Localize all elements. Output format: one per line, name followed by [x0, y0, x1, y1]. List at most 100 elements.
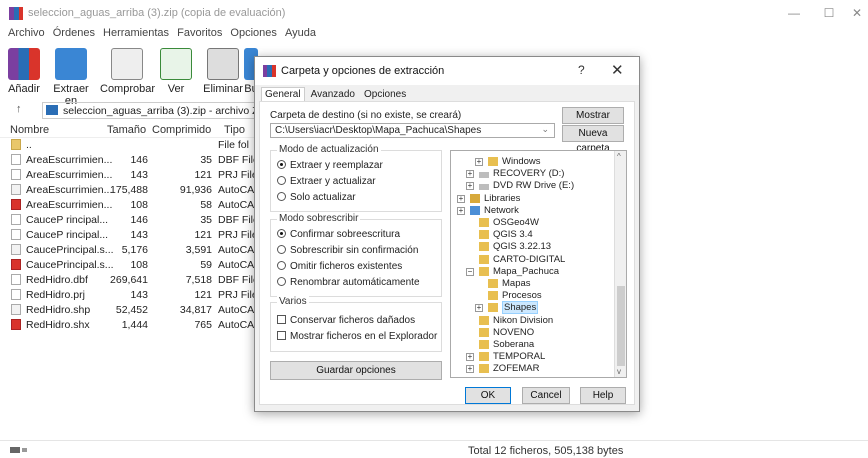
expand-icon[interactable]: +: [457, 194, 465, 203]
tree-item[interactable]: QGIS 3.22.13: [451, 241, 611, 254]
chevron-down-icon[interactable]: ⌄: [541, 124, 549, 135]
expand-icon[interactable]: +: [475, 158, 483, 166]
menu-ayuda[interactable]: Ayuda: [285, 27, 316, 39]
tree-item[interactable]: + Windows: [451, 156, 611, 169]
tree-item[interactable]: − Mapa_Pachuca: [451, 266, 611, 279]
tree-item[interactable]: + Shapes: [451, 301, 611, 315]
file-name: AreaEscurrimien...: [26, 154, 113, 166]
checkbox-icon[interactable]: [277, 315, 286, 324]
test-button[interactable]: Comprobar: [100, 46, 155, 95]
folder-icon: [479, 315, 489, 325]
check-conservar[interactable]: Conservar ficheros dañados: [277, 315, 415, 326]
menu-herramientas[interactable]: Herramientas: [103, 27, 169, 39]
destination-input[interactable]: C:\Users\iacr\Desktop\Mapa_Pachuca\Shape…: [270, 123, 555, 138]
file-row[interactable]: CauceP rincipal... 143 121 PRJ File: [0, 228, 268, 243]
view-button[interactable]: Ver: [158, 46, 194, 95]
help-icon[interactable]: ?: [578, 63, 585, 77]
radio-sobrescribir[interactable]: Sobrescribir sin confirmación: [277, 245, 418, 256]
radio-confirmar[interactable]: Confirmar sobreescritura: [277, 229, 400, 240]
menu-bar: Archivo Órdenes Herramientas Favoritos O…: [8, 27, 321, 43]
collapse-icon[interactable]: −: [466, 267, 474, 276]
radio-icon[interactable]: [277, 277, 286, 286]
radio-extraer-reemplazar[interactable]: Extraer y reemplazar: [277, 160, 383, 171]
radio-selected-icon[interactable]: [277, 229, 286, 238]
checkbox-icon[interactable]: [277, 331, 286, 340]
file-row[interactable]: AreaEscurrimien... 175,488 91,936 AutoCA: [0, 183, 268, 198]
add-button[interactable]: Añadir: [6, 46, 42, 95]
check-mostrar-explorador[interactable]: Mostrar ficheros en el Explorador: [277, 331, 437, 342]
close-icon[interactable]: ✕: [611, 61, 624, 79]
radio-icon[interactable]: [277, 176, 286, 185]
radio-icon[interactable]: [277, 245, 286, 254]
menu-favoritos[interactable]: Favoritos: [177, 27, 222, 39]
minimize-button[interactable]: —: [780, 4, 808, 22]
help-button[interactable]: Help: [580, 387, 626, 404]
maximize-button[interactable]: ☐: [815, 4, 843, 22]
scroll-down-icon[interactable]: v: [617, 367, 621, 376]
file-row[interactable]: RedHidro.shx 1,444 765 AutoCA: [0, 318, 268, 333]
expand-icon[interactable]: +: [466, 182, 474, 191]
ok-button[interactable]: OK: [465, 387, 511, 404]
file-row[interactable]: AreaEscurrimien... 108 58 AutoCA: [0, 198, 268, 213]
save-options-button[interactable]: Guardar opciones: [270, 361, 442, 380]
tree-item[interactable]: NOVENO: [451, 327, 611, 340]
column-type[interactable]: Tipo: [224, 124, 245, 136]
tree-item[interactable]: + Libraries: [451, 193, 611, 206]
radio-icon[interactable]: [277, 261, 286, 270]
up-arrow-icon[interactable]: ↑: [16, 103, 22, 115]
delete-button[interactable]: Eliminar: [200, 46, 246, 95]
file-row[interactable]: CaucePrincipal.s... 108 59 AutoCA: [0, 258, 268, 273]
tree-item[interactable]: + DVD RW Drive (E:): [451, 180, 611, 193]
tree-item[interactable]: + Network: [451, 205, 611, 218]
menu-archivo[interactable]: Archivo: [8, 27, 45, 39]
tree-item[interactable]: Soberana: [451, 339, 611, 352]
radio-solo-actualizar[interactable]: Solo actualizar: [277, 192, 356, 203]
menu-opciones[interactable]: Opciones: [230, 27, 276, 39]
expand-icon[interactable]: +: [466, 365, 474, 374]
radio-renombrar[interactable]: Renombrar automáticamente: [277, 277, 420, 288]
scroll-up-icon[interactable]: ^: [617, 152, 621, 161]
tree-item[interactable]: OSGeo4W: [451, 217, 611, 230]
file-row[interactable]: RedHidro.dbf 269,641 7,518 DBF File: [0, 273, 268, 288]
tree-item-label: Shapes: [502, 301, 539, 315]
show-button[interactable]: Mostrar: [562, 107, 624, 124]
file-row[interactable]: .. File fol: [0, 138, 268, 153]
cancel-button[interactable]: Cancel: [522, 387, 570, 404]
menu-ordenes[interactable]: Órdenes: [53, 27, 95, 39]
expand-icon[interactable]: +: [457, 206, 465, 215]
tree-item[interactable]: Nikon Division: [451, 315, 611, 328]
file-row[interactable]: AreaEscurrimien... 146 35 DBF File: [0, 153, 268, 168]
file-compressed: 58: [200, 199, 212, 211]
archive-path[interactable]: seleccion_aguas_arriba (3).zip - archivo…: [42, 102, 266, 119]
file-row[interactable]: RedHidro.prj 143 121 PRJ File: [0, 288, 268, 303]
new-folder-button[interactable]: Nueva carpeta: [562, 125, 624, 154]
close-window-button[interactable]: ✕: [846, 4, 868, 22]
expand-icon[interactable]: +: [466, 170, 474, 179]
tree-scrollbar[interactable]: ^ v: [614, 151, 626, 377]
file-row[interactable]: CaucePrincipal.s... 5,176 3,591 AutoCA: [0, 243, 268, 258]
column-name[interactable]: Nombre: [10, 124, 49, 136]
tree-item[interactable]: + TEMPORAL: [451, 351, 611, 364]
expand-icon[interactable]: +: [475, 304, 483, 313]
column-compressed[interactable]: Comprimido: [152, 124, 211, 136]
tree-item[interactable]: + ZOFEMAR: [451, 363, 611, 376]
file-row[interactable]: AreaEscurrimien... 143 121 PRJ File: [0, 168, 268, 183]
tree-item[interactable]: QGIS 3.4: [451, 229, 611, 242]
extract-to-button[interactable]: Extraer en: [46, 46, 96, 107]
tree-item[interactable]: CARTO-DIGITAL: [451, 254, 611, 267]
column-size[interactable]: Tamaño: [107, 124, 146, 136]
tree-item[interactable]: Mapas: [451, 278, 611, 291]
tab-opciones[interactable]: Opciones: [361, 88, 409, 101]
radio-icon[interactable]: [277, 192, 286, 201]
expand-icon[interactable]: +: [466, 353, 474, 362]
file-row[interactable]: RedHidro.shp 52,452 34,817 AutoCA: [0, 303, 268, 318]
folder-tree[interactable]: ^ v + Windows + RECOVERY (D:) + DVD RW Drive …: [450, 150, 627, 378]
tab-general[interactable]: General: [261, 87, 305, 101]
tree-item[interactable]: + RECOVERY (D:): [451, 168, 611, 181]
radio-omitir[interactable]: Omitir ficheros existentes: [277, 261, 402, 272]
radio-selected-icon[interactable]: [277, 160, 286, 169]
scroll-thumb[interactable]: [617, 286, 625, 366]
radio-extraer-actualizar[interactable]: Extraer y actualizar: [277, 176, 376, 187]
file-row[interactable]: CauceP rincipal... 146 35 DBF File: [0, 213, 268, 228]
tab-avanzado[interactable]: Avanzado: [308, 88, 358, 101]
